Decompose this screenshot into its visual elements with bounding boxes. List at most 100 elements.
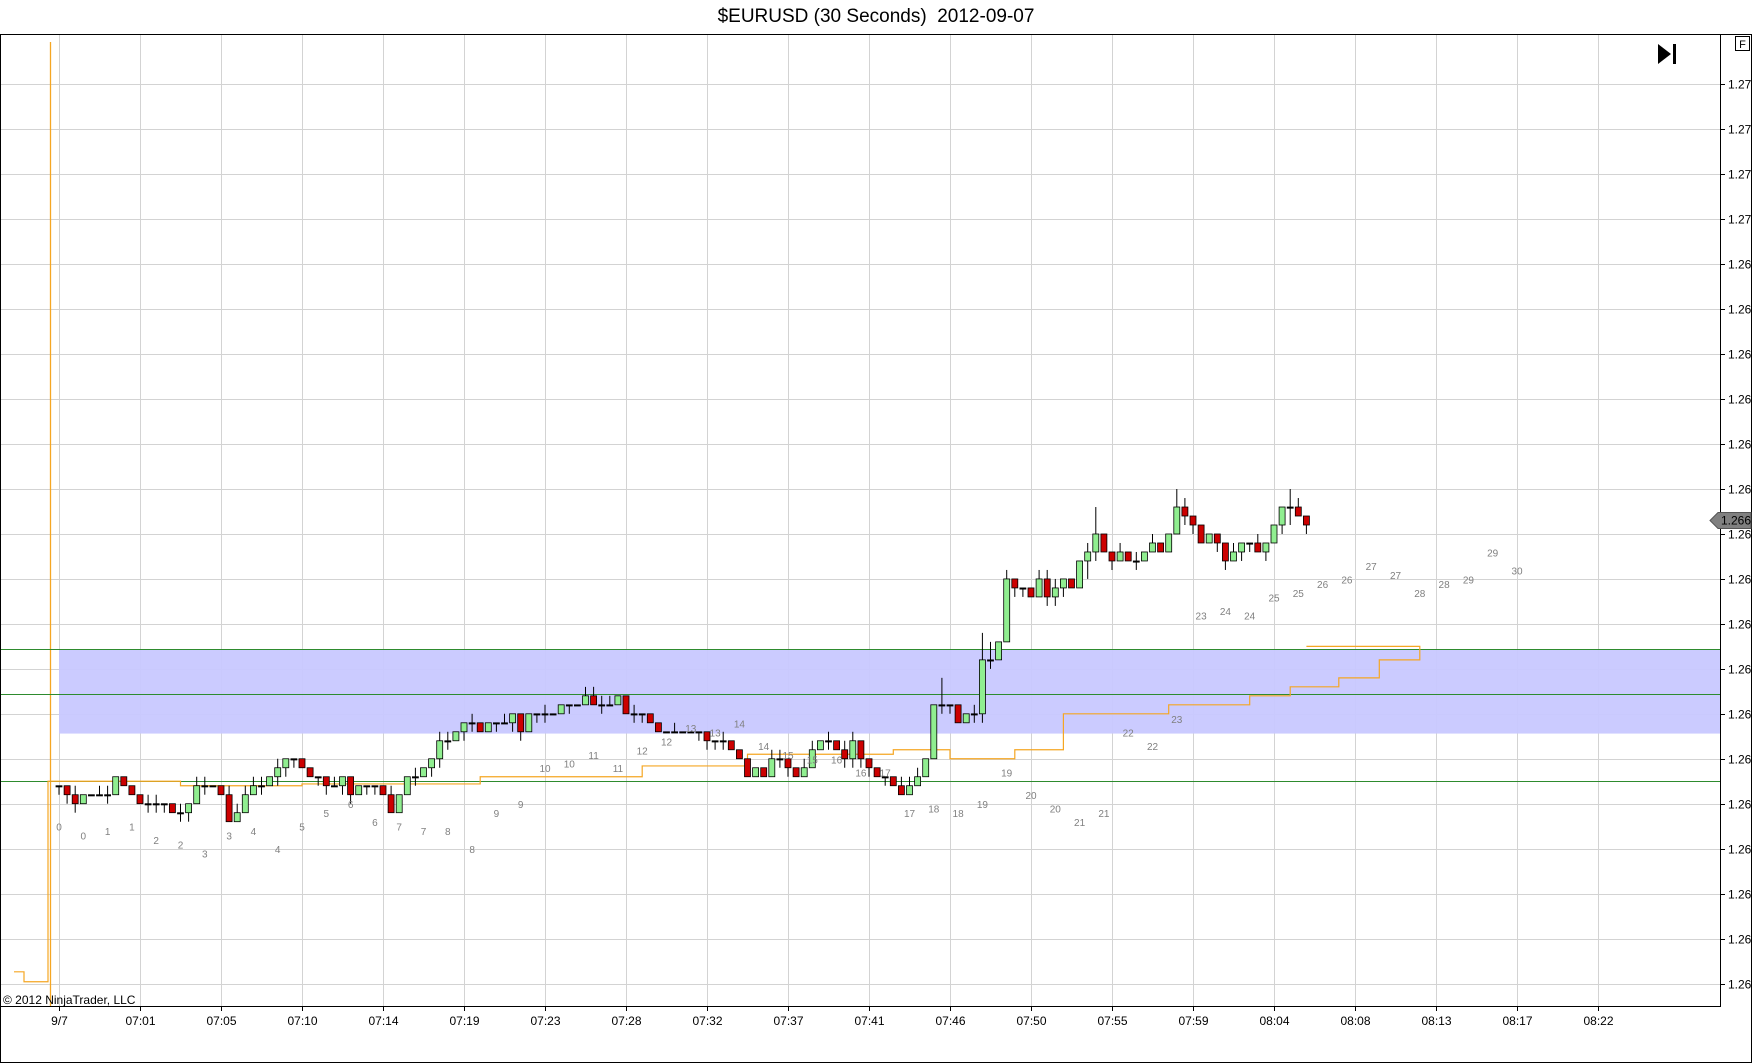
candle-body [606, 704, 614, 707]
candle-body [185, 803, 193, 814]
candle-body [962, 713, 970, 724]
x-tick-label: 07:41 [854, 1014, 884, 1028]
bar-number: 16 [831, 755, 843, 766]
candle-body [1173, 506, 1181, 535]
candle-body [160, 803, 168, 806]
bar-number: 19 [977, 800, 989, 811]
bar-number: 27 [1390, 571, 1402, 582]
y-tick-label: 1.2685 [1728, 348, 1752, 362]
candle-body [1254, 542, 1262, 553]
bar-number: 24 [1244, 611, 1256, 622]
candle-body [144, 803, 152, 806]
candle-body [590, 695, 597, 706]
candle-body [857, 740, 865, 760]
candle-body [403, 776, 411, 796]
bar-number: 0 [81, 832, 87, 843]
candle-body [298, 758, 306, 769]
float-button[interactable]: F [1735, 36, 1750, 52]
y-tick-label: 1.2670 [1728, 483, 1752, 497]
candle-body [630, 713, 638, 716]
candle-body [663, 731, 670, 734]
copyright-label: © 2012 NinjaTrader, LLC [3, 993, 136, 1007]
candle-body [638, 713, 646, 716]
candle-body [1100, 533, 1108, 553]
candle-body [371, 785, 379, 788]
candle-body [898, 785, 905, 796]
candle-body [525, 713, 533, 733]
candle-body [395, 794, 403, 814]
candle-body [574, 704, 581, 707]
candle-body [1003, 578, 1011, 643]
plot-area[interactable] [0, 34, 1721, 1007]
bar-number: 29 [1463, 575, 1475, 586]
zone-rect [59, 649, 1720, 734]
candle-body [930, 704, 938, 760]
candle-body [1035, 578, 1043, 598]
price-chart[interactable]: 00 1 12 233 445566 7 7 889910 101111121213 131414… [0, 0, 1752, 1064]
candle-body [217, 785, 225, 796]
candle-body [1205, 533, 1213, 544]
bar-number: 27 [1366, 562, 1378, 573]
bar-number: 10 [539, 764, 551, 775]
candle-body [1084, 551, 1092, 562]
candle-body [1278, 506, 1286, 526]
last-price-label: 1.2666'5 [1721, 514, 1752, 528]
candle-body [768, 758, 776, 778]
candle-body [736, 749, 743, 760]
candle-body [1108, 551, 1116, 562]
x-tick-label: 07:28 [611, 1014, 641, 1028]
candle-body [1051, 587, 1059, 598]
y-tick-label: 1.2645 [1728, 708, 1752, 722]
candle-body [476, 722, 484, 733]
candle-body [1149, 542, 1156, 553]
bar-number: 10 [564, 760, 576, 771]
x-tick-label: 07:01 [125, 1014, 155, 1028]
bar-number: 30 [1511, 566, 1523, 577]
candle-body [1141, 551, 1148, 562]
bar-number: 2 [178, 841, 184, 852]
candle-body [541, 713, 549, 716]
y-tick-label: 1.2640 [1728, 753, 1752, 767]
candle-body [800, 767, 808, 778]
candle-body [355, 785, 363, 796]
x-tick-label: 07:10 [287, 1014, 317, 1028]
candle-body [1213, 533, 1221, 544]
x-tick-label: 07:23 [530, 1014, 560, 1028]
y-tick-label: 1.2665 [1728, 528, 1752, 542]
candle-body [565, 704, 573, 707]
y-tick-label: 1.2650 [1728, 663, 1752, 677]
candle-body [484, 722, 492, 733]
y-axis: 1.2615 1.2620 1.2625 1.2630 1.2635 1.2640 1.26… [1720, 78, 1752, 992]
candle-body [970, 713, 978, 716]
bar-number: 0 [56, 823, 62, 834]
x-tick-label: 07:46 [935, 1014, 965, 1028]
candle-body [1027, 587, 1035, 598]
candle-body [274, 767, 282, 778]
bar-number: 15 [782, 751, 794, 762]
x-tick-label: 07:05 [206, 1014, 236, 1028]
candle-body [1238, 542, 1245, 553]
bar-number: 14 [758, 742, 770, 753]
candle-body [906, 785, 913, 796]
candle-body [517, 713, 525, 733]
candle-body [55, 785, 63, 788]
y-tick-label: 1.2705 [1728, 168, 1752, 182]
candle-body [914, 776, 921, 787]
candle-body [995, 641, 1002, 661]
price-zone [59, 649, 1720, 734]
bar-number: 26 [1317, 580, 1329, 591]
candle-body [282, 758, 290, 769]
candle-body [533, 713, 541, 716]
candle-body [290, 758, 298, 761]
candle-body [752, 767, 759, 778]
candle-body [1294, 506, 1302, 517]
bar-number: 9 [494, 809, 500, 820]
candle-body [1124, 551, 1132, 562]
last-price-marker: 1.2666'5 [1709, 512, 1752, 529]
candle-body [241, 794, 249, 814]
candle-body [1011, 578, 1019, 589]
x-tick-label: 07:59 [1178, 1014, 1208, 1028]
candle-body [136, 794, 144, 805]
candle-body [1181, 506, 1189, 517]
candle-body [922, 758, 930, 778]
